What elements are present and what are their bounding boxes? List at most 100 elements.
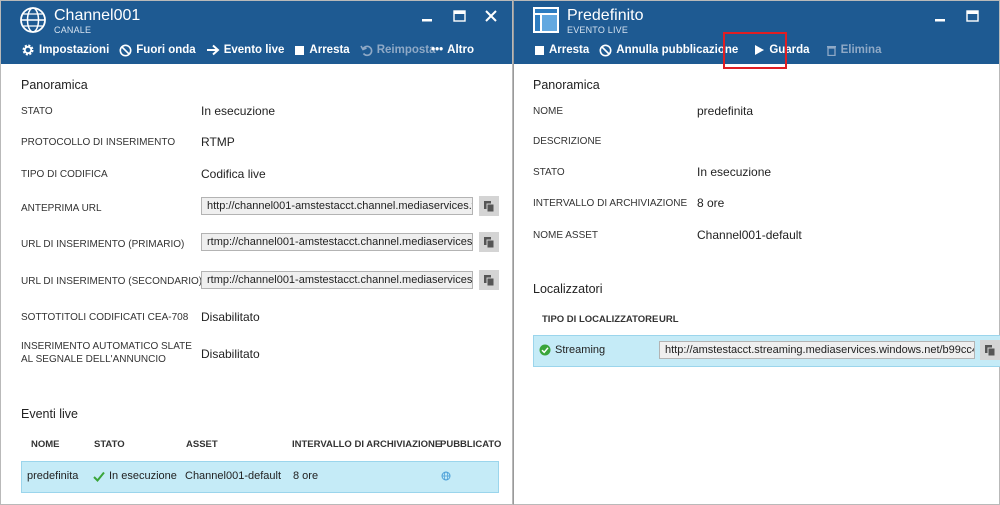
maximize-button[interactable]: [963, 8, 981, 24]
overview-title: Panoramica: [21, 78, 88, 92]
preview-url-field[interactable]: http://channel001-amstestacct.channel.me…: [201, 197, 473, 215]
prop-label-captions: SOTTOTITOLI CODIFICATI CEA-708: [21, 312, 189, 323]
minimize-button[interactable]: [931, 8, 949, 24]
window-controls: [931, 8, 981, 24]
settings-label: Impostazioni: [39, 44, 110, 56]
live-event-subtitle: EVENTO LIVE: [567, 25, 629, 35]
minimize-icon: [422, 19, 432, 22]
delete-button[interactable]: Elimina: [826, 44, 882, 56]
channel-toolbar: Impostazioni Fuori onda Evento live Arre…: [1, 40, 512, 60]
live-event-content: Panoramica NOME predefinita DESCRIZIONE …: [514, 64, 1000, 504]
ingest-secondary-url-field[interactable]: rtmp://channel001-amstestacct.channel.me…: [201, 271, 473, 289]
check-icon: [93, 471, 105, 482]
copy-icon: [484, 200, 495, 212]
overview-title: Panoramica: [533, 78, 600, 92]
table-row[interactable]: Streaming http://amstestacct.streaming.m…: [533, 335, 1000, 367]
prop-value-captions: Disabilitato: [201, 310, 260, 324]
ingest-primary-url-field[interactable]: rtmp://channel001-amstestacct.channel.me…: [201, 233, 473, 251]
no-circle-icon: [599, 44, 612, 56]
prop-label-protocol: PROTOCOLLO DI INSERIMENTO: [21, 137, 176, 148]
live-events-title: Eventi live: [21, 407, 78, 421]
col-header-locator-type: TIPO DI LOCALIZZATORE: [542, 314, 659, 325]
check-circle-icon: [539, 344, 551, 356]
prop-label-name: NOME: [533, 106, 563, 117]
globe-small-icon: [441, 471, 451, 481]
locator-type: Streaming: [539, 344, 605, 356]
prop-label-asset-name: NOME ASSET: [533, 230, 599, 241]
copy-icon: [985, 344, 996, 356]
locator-url-field[interactable]: http://amstestacct.streaming.mediaservic…: [659, 341, 975, 359]
prop-label-state: STATO: [21, 106, 53, 117]
prop-label-slate-line1: INSERIMENTO AUTOMATICO SLATE: [21, 341, 192, 352]
copy-ingest-primary-button[interactable]: [479, 232, 499, 252]
offair-label: Fuori onda: [136, 44, 196, 56]
prop-label-preview-url: ANTEPRIMA URL: [21, 203, 102, 214]
row-published: [441, 471, 451, 481]
more-button[interactable]: ••• Altro: [431, 44, 474, 56]
prop-label-slate-line2: AL SEGNALE DELL'ANNUNCIO: [21, 354, 166, 365]
stop-button[interactable]: Arresta: [294, 44, 350, 56]
table-row[interactable]: predefinita In esecuzione Channel001-def…: [21, 461, 499, 493]
unpublish-label: Annulla pubblicazione: [616, 44, 739, 56]
col-header-archive: INTERVALLO DI ARCHIVIAZIONE: [292, 439, 442, 450]
live-event-button[interactable]: Evento live: [206, 44, 285, 56]
delete-label: Elimina: [840, 44, 882, 56]
prop-value-slate: Disabilitato: [201, 347, 260, 361]
channel-content: Panoramica STATO In esecuzione PROTOCOLL…: [1, 64, 512, 504]
minimize-button[interactable]: [418, 8, 436, 24]
close-icon: [485, 10, 497, 22]
reset-label: Reimposta: [376, 44, 436, 56]
stop-button[interactable]: Arresta: [534, 44, 589, 56]
channel-blade: Channel001 CANALE Impostazioni Fuori ond…: [0, 0, 513, 505]
row-state-label: In esecuzione: [109, 470, 177, 482]
stop-label: Arresta: [309, 44, 350, 56]
reset-button[interactable]: Reimposta: [360, 44, 436, 57]
row-name: predefinita: [27, 470, 79, 482]
prop-value-archive: 8 ore: [697, 196, 725, 210]
stop-square-icon: [535, 45, 544, 55]
prop-label-ingest-primary: URL DI INSERIMENTO (PRIMARIO): [21, 239, 185, 250]
copy-locator-url-button[interactable]: [980, 340, 1000, 360]
prop-label-archive: INTERVALLO DI ARCHIVIAZIONE: [533, 198, 688, 209]
prop-label-state: STATO: [533, 167, 565, 178]
prop-label-encoding: TIPO DI CODIFICA: [21, 169, 108, 180]
col-header-asset: ASSET: [186, 439, 218, 450]
minimize-icon: [935, 19, 945, 22]
live-event-label: Evento live: [223, 44, 285, 56]
locator-type-label: Streaming: [555, 344, 606, 356]
maximize-icon: [452, 10, 466, 22]
no-circle-icon: [119, 44, 132, 56]
close-button[interactable]: [482, 8, 500, 24]
col-header-url: URL: [659, 314, 679, 325]
live-event-title: Predefinito: [567, 7, 644, 24]
live-event-icon: [533, 7, 559, 33]
prop-value-state: In esecuzione: [201, 104, 276, 118]
unpublish-button[interactable]: Annulla pubblicazione: [599, 44, 738, 57]
live-event-blade: Predefinito EVENTO LIVE Arresta Annulla …: [513, 0, 1000, 505]
stop-label: Arresta: [549, 44, 590, 56]
prop-value-protocol: RTMP: [201, 135, 235, 149]
maximize-button[interactable]: [450, 8, 468, 24]
reset-icon: [360, 45, 373, 56]
row-state: In esecuzione: [93, 470, 177, 482]
prop-label-ingest-secondary: URL DI INSERIMENTO (SECONDARIO): [21, 276, 203, 287]
copy-preview-url-button[interactable]: [479, 196, 499, 216]
col-header-state: STATO: [94, 439, 125, 450]
trash-icon: [826, 46, 836, 56]
more-label: Altro: [447, 44, 474, 56]
row-asset: Channel001-default: [185, 470, 282, 482]
prop-value-state: In esecuzione: [697, 165, 772, 179]
copy-icon: [484, 274, 495, 286]
channel-subtitle: CANALE: [54, 25, 92, 35]
locators-title: Localizzatori: [533, 282, 603, 296]
settings-button[interactable]: Impostazioni: [21, 43, 109, 57]
channel-title: Channel001: [54, 7, 141, 24]
gear-icon: [22, 44, 34, 56]
offair-button[interactable]: Fuori onda: [119, 44, 196, 57]
maximize-icon: [965, 10, 979, 22]
copy-ingest-secondary-button[interactable]: [479, 270, 499, 290]
col-header-name: NOME: [31, 439, 60, 450]
prop-value-encoding: Codifica live: [201, 167, 266, 181]
stop-square-icon: [295, 45, 305, 55]
prop-value-asset-name: Channel001-default: [697, 228, 802, 242]
